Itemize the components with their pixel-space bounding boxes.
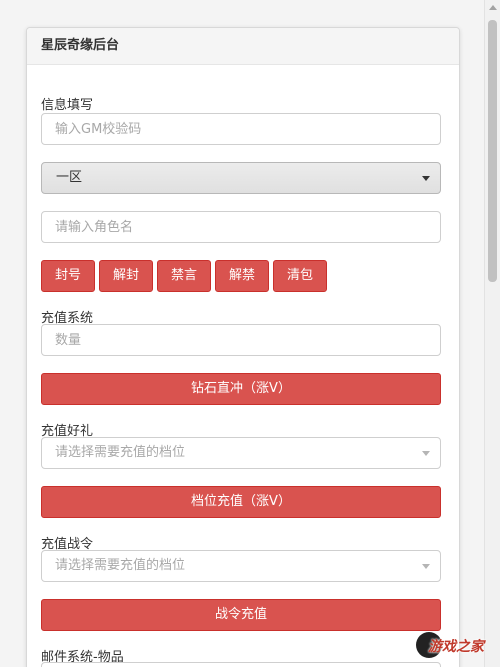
server-select-value: 一区 [56,170,83,185]
diamond-recharge-button[interactable]: 钻石直冲（涨V） [41,373,441,405]
clear-bag-button[interactable]: 清包 [273,260,327,292]
chevron-down-icon [422,451,430,456]
page: 星辰奇缘后台 信息填写 一区 封号 解封 禁言 解禁 清包 充值系统 钻石直冲（… [0,0,500,667]
chevron-down-icon [422,176,430,181]
unmute-button[interactable]: 解禁 [215,260,269,292]
panel-title: 星辰奇缘后台 [27,28,459,65]
site-watermark-logo: 游戏之家 [416,630,494,662]
page-scrollbar[interactable] [484,0,500,667]
scroll-up-arrow-icon[interactable] [489,5,497,10]
mute-button[interactable]: 禁言 [157,260,211,292]
admin-panel: 星辰奇缘后台 信息填写 一区 封号 解封 禁言 解禁 清包 充值系统 钻石直冲（… [26,27,460,667]
gift-tier-select[interactable]: 请选择需要充值的档位 [41,437,441,469]
server-select[interactable]: 一区 [41,162,441,194]
info-section-label: 信息填写 [41,98,94,113]
amount-input[interactable] [41,324,441,356]
battlepass-tier-select[interactable]: 请选择需要充值的档位 [41,550,441,582]
ban-button[interactable]: 封号 [41,260,95,292]
mail-item-input[interactable] [41,662,441,667]
role-name-input[interactable] [41,211,441,243]
battlepass-recharge-button[interactable]: 战令充值 [41,599,441,631]
gm-code-input[interactable] [41,113,441,145]
battlepass-tier-placeholder: 请选择需要充值的档位 [55,558,186,573]
scrollbar-thumb[interactable] [488,20,497,282]
watermark-text: 游戏之家 [428,639,484,655]
gift-tier-placeholder: 请选择需要充值的档位 [55,445,186,460]
tier-recharge-button[interactable]: 档位充值（涨V） [41,486,441,518]
unban-button[interactable]: 解封 [99,260,153,292]
chevron-down-icon [422,564,430,569]
